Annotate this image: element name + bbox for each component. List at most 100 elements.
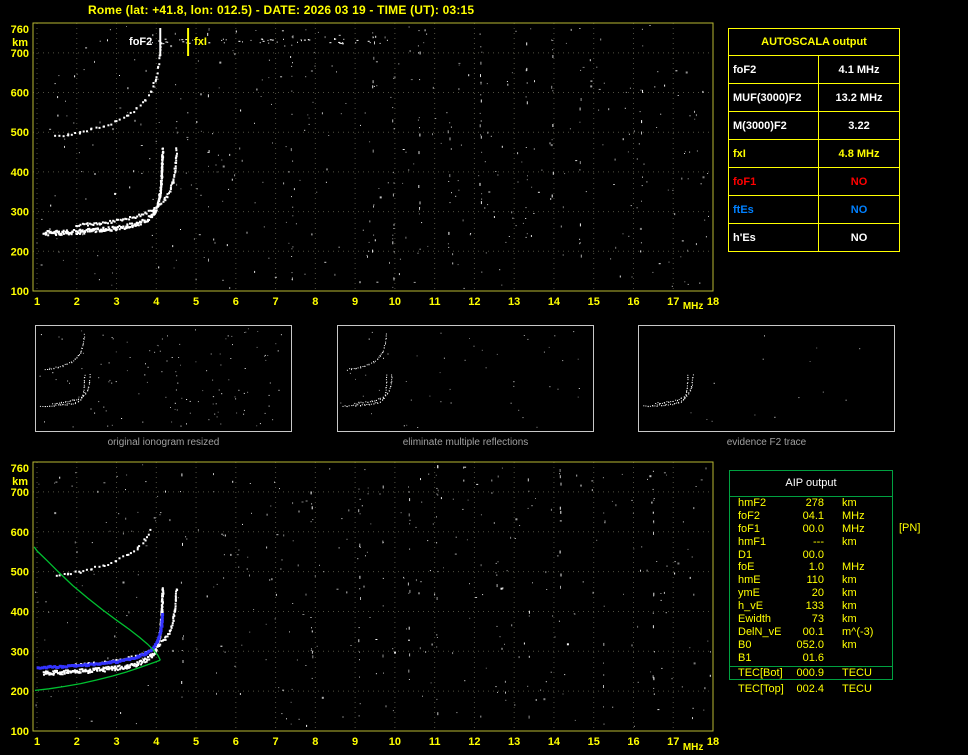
y-tick-label: 500 (11, 567, 29, 579)
autoscala-param-label: ftEs (728, 195, 819, 224)
y-tick-label: 700 (11, 487, 29, 499)
y-tick-label: 760 (11, 463, 29, 475)
aip-param-value: 278 (805, 497, 824, 509)
aip-row-Ewidth: Ewidth 73 km (730, 613, 892, 626)
x-tick-label: 5 (193, 296, 199, 308)
aip-param-unit (824, 549, 842, 562)
aip-row-DelN_vE: DelN_vE 00.1 m^(-3) (730, 626, 892, 639)
thumb-trace-F2-ordinary-trace (39, 374, 86, 408)
aip-param-name: DelN_vE (738, 625, 782, 638)
x-tick-label: 7 (273, 296, 279, 308)
thumbnail-eliminate-reflections (337, 325, 594, 432)
x-tick-label: 3 (113, 296, 119, 308)
aip-param-name: B0 (738, 638, 752, 651)
autoscala-output-table: AUTOSCALA output foF2 4.1 MHz MUF(3000)F2 1… (728, 28, 900, 252)
autoscala-param-label: foF1 (728, 167, 819, 196)
y-tick-label: 300 (11, 646, 29, 658)
autoscala-param-value: 4.1 MHz (818, 55, 900, 84)
ionogram-plot-top: 1 2 3 4 5 6 7 8 9 10 11 12 13 14 15 16 17 181002003004005… (11, 22, 719, 312)
marker-label-foF2: foF2 (129, 36, 152, 48)
x-tick-label: 13 (508, 296, 520, 308)
autoscala-param-value: NO (818, 167, 900, 196)
aip-row-hmE: hmE 110 km (730, 574, 892, 587)
x-tick-label: 18 (707, 736, 719, 748)
x-tick-label: 16 (627, 736, 639, 748)
aip-param-name: B1 (738, 651, 752, 664)
y-tick-label: 760 (11, 24, 29, 36)
trace-profile-topside (33, 546, 161, 661)
x-tick-label: 11 (429, 736, 441, 748)
aip-param-value: 1.0 (808, 561, 824, 574)
ionogram-plot-bottom: 1 2 3 4 5 6 7 8 9 10 11 12 13 14 15 16 17 181002003004005… (11, 461, 719, 753)
grid (33, 462, 714, 731)
x-tick-label: 14 (548, 736, 561, 748)
thumb-trace-F2-ordinary-trace (643, 374, 689, 408)
autoscala-param-value: 3.22 (818, 111, 900, 140)
y-tick-label: 500 (11, 127, 29, 139)
y-axis-unit-label: km (12, 476, 28, 488)
x-tick-label: 9 (352, 296, 358, 308)
thumbnail-caption-eliminate: eliminate multiple reflections (402, 437, 529, 448)
aip-param-unit: TECU (842, 666, 872, 679)
x-tick-label: 17 (667, 736, 679, 748)
aip-param-name: foF1 (738, 522, 761, 535)
aip-row-B1: B1 01.6 (730, 652, 892, 665)
autoscala-param-value: 13.2 MHz (818, 83, 900, 112)
aip-output-panel: AIP output hmF2 278 km foF2 04.1 MHz foF1 00.0 M… (729, 470, 893, 681)
aip-row-ymE: ymE 20 km (730, 587, 892, 600)
y-tick-label: 200 (11, 246, 29, 258)
thumbnail-caption-original: original ionogram resized (107, 437, 220, 448)
x-tick-label: 6 (233, 296, 239, 308)
aip-param-value: 73 (811, 613, 824, 626)
x-tick-label: 12 (468, 296, 480, 308)
aip-param-value: --- (813, 535, 824, 548)
x-tick-label: 7 (273, 736, 279, 748)
y-tick-label: 400 (11, 606, 29, 618)
x-tick-label: 14 (548, 296, 561, 308)
aip-row-TEC-Bot: TEC[Bot] 000.9 TECU (730, 667, 892, 680)
trace-second-hop-trace (55, 528, 152, 577)
x-tick-label: 6 (233, 736, 239, 748)
autoscala-param-label: MUF(3000)F2 (728, 83, 819, 112)
x-tick-label: 15 (588, 296, 600, 308)
aip-param-value: 00.1 (802, 625, 824, 638)
aip-title: AIP output (730, 471, 892, 497)
aip-param-value: 133 (805, 600, 824, 613)
x-tick-label: 8 (312, 296, 318, 308)
x-tick-label: 3 (113, 736, 119, 748)
x-tick-label: 16 (627, 296, 639, 308)
x-tick-label: 4 (153, 736, 160, 748)
trace-second-hop-trace (54, 42, 163, 138)
x-axis-unit-label: MHz (683, 301, 704, 312)
aip-param-unit: MHz (842, 509, 865, 522)
noise-dots (35, 464, 711, 727)
autoscala-row-M(3000)F2: M(3000)F2 3.22 (728, 111, 900, 140)
x-tick-label: 2 (74, 296, 80, 308)
thumbnail-caption-evidence: evidence F2 trace (726, 437, 807, 448)
x-tick-label: 9 (352, 736, 358, 748)
aip-param-unit: TECU (842, 683, 872, 695)
x-tick-label: 1 (34, 296, 40, 308)
x-tick-label: 2 (74, 736, 80, 748)
aip-param-unit: km (842, 535, 857, 548)
x-tick-label: 1 (34, 736, 40, 748)
aip-param-name: TEC[Top] (738, 683, 784, 695)
x-tick-label: 13 (508, 736, 520, 748)
autoscala-param-label: foF2 (728, 55, 819, 84)
station-title: Rome (lat: +41.8, lon: 012.5) - DATE: 20… (88, 3, 475, 17)
x-axis-unit-label: MHz (683, 742, 704, 753)
autoscala-param-value: NO (818, 195, 900, 224)
y-tick-label: 100 (11, 726, 29, 738)
autoscala-row-ftEs: ftEs NO (728, 195, 900, 224)
aip-param-unit: km (842, 600, 857, 613)
aip-row-h_vE: h_vE 133 km (730, 600, 892, 613)
thumb-trace-F2-extraordinary-trace (52, 374, 91, 405)
thumb-trace-F2-extraordinary-trace (354, 374, 393, 405)
aip-param-unit: km (842, 574, 857, 587)
aip-row-foF1: foF1 00.0 MHz (730, 523, 892, 536)
marker-label-fxI: fxI (194, 36, 207, 48)
autoscala-title-row: AUTOSCALA output (728, 28, 900, 56)
autoscala-title: AUTOSCALA output (728, 28, 900, 56)
aip-row-TEC-Top: TEC[Top] 002.4 TECU (730, 683, 899, 696)
aip-row-hmF2: hmF2 278 km (730, 497, 892, 510)
